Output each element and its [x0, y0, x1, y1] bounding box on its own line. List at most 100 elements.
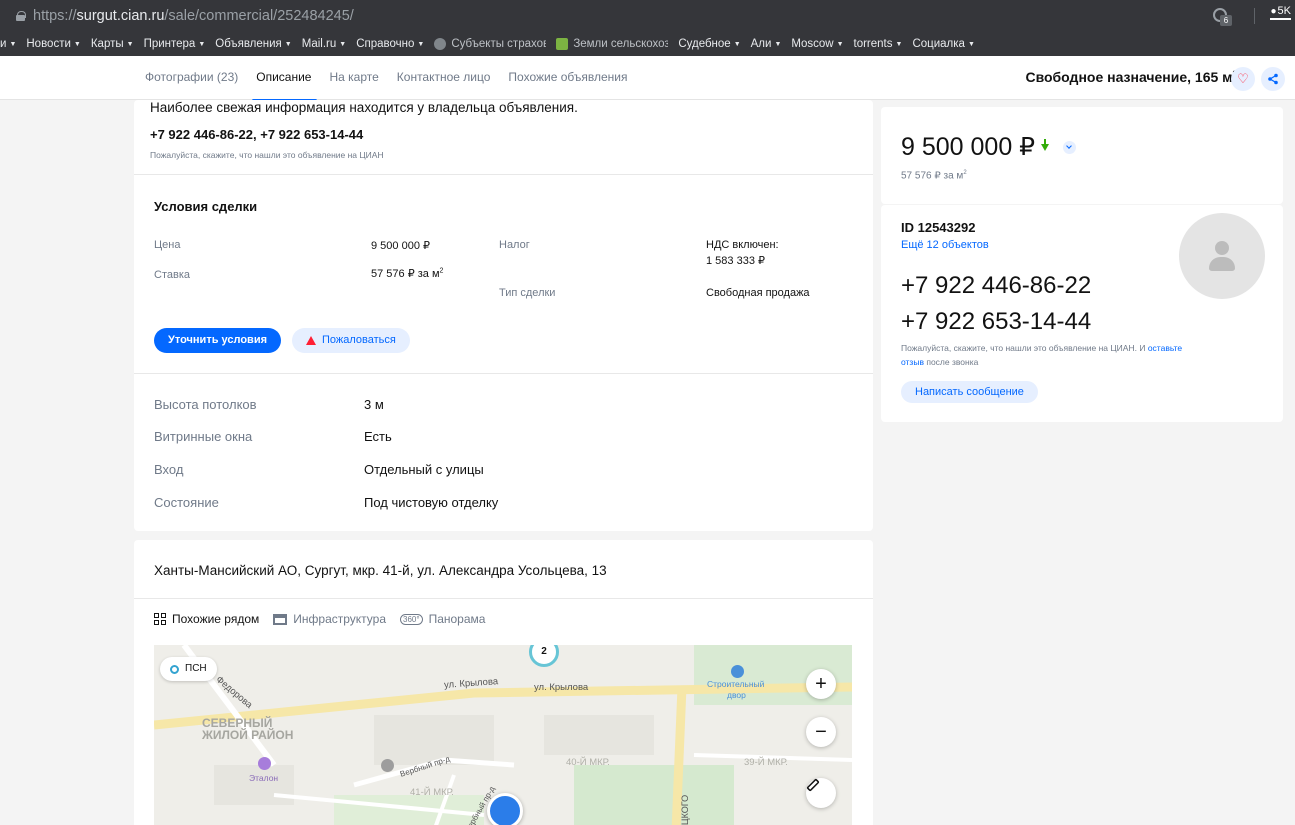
bookmark-label: torrents — [853, 38, 893, 50]
mention-cian-hint: Пожалуйста, скажите, что нашли это объяв… — [150, 150, 384, 160]
param-label: Состояние — [154, 495, 219, 510]
param-value: Под чистовую отделку — [364, 495, 499, 510]
dropdown-caret-icon: ▼ — [733, 40, 741, 48]
bookmark-favicon-icon — [434, 38, 447, 50]
browser-address-bar[interactable]: https://surgut.cian.ru/sale/commercial/2… — [0, 0, 1295, 32]
seller-id: ID 12543292 — [901, 220, 976, 235]
extension-badge: 6 — [1220, 15, 1232, 26]
location-card: Ханты-Мансийский АО, Сургут, мкр. 41-й, … — [134, 540, 873, 825]
shop-icon — [273, 613, 288, 625]
tab-contact[interactable]: Контактное лицо — [397, 56, 491, 100]
tab-description[interactable]: Описание — [252, 56, 318, 102]
bookmark-item[interactable]: Mail.ru ▼ — [302, 38, 346, 50]
bookmark-item[interactable]: Субъекты страхов — [434, 38, 546, 50]
poi-icon[interactable] — [381, 759, 394, 772]
bookmark-item[interactable]: Судебное ▼ — [678, 38, 740, 50]
extension-icon[interactable]: 6 — [1211, 6, 1232, 26]
bookmark-label: и — [0, 38, 7, 50]
map-tabs: Похожие рядом Инфраструктура 360° Панора… — [154, 612, 499, 626]
tab-map[interactable]: На карте — [329, 56, 378, 100]
bookmark-favicon-icon — [556, 38, 569, 50]
favorite-heart-icon[interactable]: ♡ — [1231, 67, 1255, 91]
bookmark-item[interactable]: Земли сельскохоз — [556, 38, 668, 50]
tab-infrastructure[interactable]: Инфраструктура — [273, 612, 386, 626]
area-label: 41-Й МКР. — [410, 787, 454, 798]
complain-label: Пожаловаться — [322, 334, 396, 346]
dropdown-caret-icon: ▼ — [284, 40, 292, 48]
dropdown-caret-icon: ▼ — [417, 40, 425, 48]
dropdown-caret-icon: ▼ — [967, 40, 975, 48]
offer-summary: Свободное назначение, 165 м2 — [1025, 69, 1237, 85]
bookmark-label: Справочно — [356, 38, 415, 50]
bookmark-item[interactable]: Новости ▼ — [26, 38, 80, 50]
bookmark-label: Субъекты страхов — [451, 38, 547, 50]
dropdown-caret-icon: ▼ — [895, 40, 903, 48]
map-view[interactable]: ул. Крылова ул. Крылова Федорова СЕВЕРНЫ… — [154, 645, 852, 825]
filter-chip-psn[interactable]: ПСН — [160, 657, 217, 681]
bookmark-item[interactable]: и ▼ — [0, 38, 16, 50]
notification-badge[interactable]: 5K — [1270, 5, 1291, 20]
panorama-360-icon: 360° — [400, 613, 423, 625]
divider — [134, 598, 873, 599]
radio-icon — [170, 664, 179, 674]
tab-label: Панорама — [428, 612, 486, 626]
url-scheme: https:// — [33, 8, 77, 24]
bookmark-label: Социалка — [912, 38, 965, 50]
bookmark-label: Али — [750, 38, 772, 50]
avatar — [1179, 213, 1265, 299]
url-path: /sale/commercial/252484245/ — [164, 8, 354, 24]
bookmark-item[interactable]: Moscow ▼ — [791, 38, 843, 50]
clarify-terms-button[interactable]: Уточнить условия — [154, 328, 281, 353]
offer-tab-bar: Фотографии (23) Описание На карте Контактно… — [0, 56, 1295, 102]
chip-label: ПСН — [185, 663, 207, 674]
bookmark-item[interactable]: Али ▼ — [751, 38, 782, 50]
tab-photos[interactable]: Фотографии (23) — [145, 56, 238, 100]
bookmark-label: Судебное — [678, 38, 731, 50]
phone-number-2[interactable]: +7 922 653-14-44 — [901, 308, 1091, 336]
url-text[interactable]: https://surgut.cian.ru/sale/commercial/2… — [33, 8, 354, 24]
write-message-button[interactable]: Написать сообщение — [901, 381, 1038, 403]
tab-panorama[interactable]: 360° Панорама — [400, 612, 485, 626]
dropdown-caret-icon: ▼ — [126, 40, 134, 48]
more-objects-link[interactable]: Ещё 12 объектов — [901, 239, 989, 251]
seller-card-wrapper: ID 12543292 Ещё 12 объектов +7 922 446-8… — [881, 100, 1283, 422]
ruler-icon[interactable] — [806, 778, 836, 808]
bookmark-label: Moscow — [791, 38, 834, 50]
share-icon[interactable] — [1261, 67, 1285, 91]
zoom-in-button[interactable]: + — [806, 669, 836, 699]
bookmark-item[interactable]: Карты ▼ — [91, 38, 134, 50]
area-label: 40-Й МКР. — [566, 757, 610, 768]
zoom-out-button[interactable]: − — [806, 717, 836, 747]
bookmark-label: Земли сельскохоз — [573, 38, 669, 50]
freshness-note: Наиболее свежая информация находится у в… — [150, 100, 578, 115]
phone-number-1[interactable]: +7 922 446-86-22 — [901, 272, 1091, 300]
offer-location-pin[interactable] — [487, 793, 523, 825]
bookmark-item[interactable]: Справочно ▼ — [356, 38, 424, 50]
dropdown-caret-icon: ▼ — [774, 40, 782, 48]
poi-label: Строительный — [707, 679, 765, 689]
tax-label: Налог — [499, 239, 530, 251]
tab-similar[interactable]: Похожие объявления — [508, 56, 627, 100]
bookmark-item[interactable]: Социалка ▼ — [912, 38, 974, 50]
poi-icon[interactable] — [258, 757, 271, 770]
dropdown-caret-icon: ▼ — [836, 40, 844, 48]
param-value: Отдельный с улицы — [364, 462, 484, 477]
rate-label: Ставка — [154, 269, 190, 281]
bookmark-label: Карты — [90, 38, 124, 50]
tab-label: Инфраструктура — [293, 612, 387, 626]
dropdown-caret-icon: ▼ — [73, 40, 81, 48]
contact-phones[interactable]: +7 922 446-86-22, +7 922 653-14-44 — [150, 127, 363, 142]
bookmark-item[interactable]: Объявления ▼ — [215, 38, 291, 50]
shop-icon[interactable] — [731, 665, 744, 678]
bookmark-item[interactable]: Принтера ▼ — [144, 38, 206, 50]
complain-button[interactable]: Пожаловаться — [292, 328, 410, 353]
street-label: ул. Крылова — [534, 682, 589, 693]
tab-label: Похожие рядом — [172, 612, 260, 626]
bookmark-label: Mail.ru — [301, 38, 337, 50]
dropdown-caret-icon: ▼ — [198, 40, 206, 48]
tab-similar-nearby[interactable]: Похожие рядом — [154, 612, 259, 626]
description-card: Наиболее свежая информация находится у в… — [134, 100, 873, 531]
tax-value: НДС включен: — [706, 239, 779, 251]
deal-type-label: Тип сделки — [499, 287, 556, 299]
bookmark-item[interactable]: torrents ▼ — [854, 38, 903, 50]
